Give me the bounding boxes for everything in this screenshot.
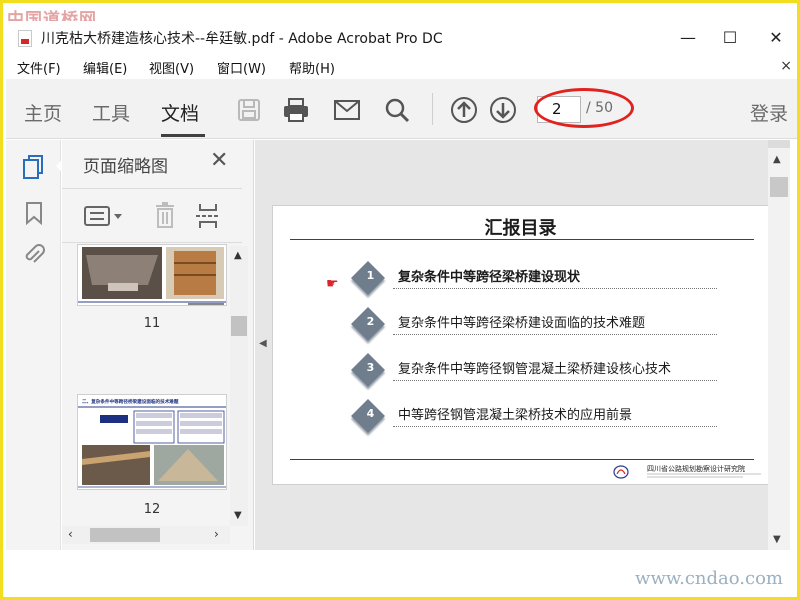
toc-text: 中等跨径钢管混凝土梁桥技术的应用前景: [398, 408, 633, 423]
thumbnail-label-12: 12: [143, 502, 161, 517]
menu-help[interactable]: 帮助(H): [289, 58, 335, 77]
panel-title: 页面缩略图: [83, 157, 168, 177]
red-highlight-oval: [534, 88, 634, 128]
document-view[interactable]: ◀ 汇报目录 ☛ 1 复杂条件中等跨径梁桥建设现状 2 复杂条件中等跨径梁桥建设…: [255, 140, 769, 550]
page-down-icon[interactable]: [488, 95, 518, 125]
doc-scroll-up-arrow[interactable]: ▲: [773, 154, 781, 165]
institute-name: 四川省公路规划勘察设计研究院: [647, 464, 745, 473]
menu-file[interactable]: 文件(F): [17, 58, 61, 77]
menu-view[interactable]: 视图(V): [149, 58, 194, 77]
screenshot-frame: 中国道桥网 川克枯大桥建造核心技术--牟廷敏.pdf - Adobe Acrob…: [0, 0, 800, 600]
active-tab-indicator: [161, 134, 205, 137]
search-icon[interactable]: [382, 95, 412, 125]
toc-leader: [393, 426, 717, 427]
thumbnail-12-heading: 二、复杂条件中等跨径桥梁建设面临的技术难题: [82, 398, 179, 405]
email-icon[interactable]: [332, 95, 362, 125]
delete-page-icon[interactable]: [154, 202, 176, 232]
menu-window[interactable]: 窗口(W): [217, 58, 266, 77]
scroll-left-arrow[interactable]: ‹: [68, 527, 73, 541]
thumbnail-list[interactable]: 11 二、复杂条件中等跨径桥梁建设面临的技术难题 12: [62, 244, 242, 526]
page-up-icon[interactable]: [449, 95, 479, 125]
close-document-button[interactable]: ×: [780, 58, 792, 74]
login-button[interactable]: 登录: [750, 99, 788, 126]
toc-text: 复杂条件中等跨径梁桥建设现状: [398, 270, 581, 285]
save-icon[interactable]: [234, 95, 264, 125]
thumbnail-vertical-scrollbar[interactable]: ▲ ▼: [230, 246, 248, 526]
toc-number: 1: [366, 269, 375, 283]
scroll-thumb[interactable]: [231, 316, 247, 336]
toc-text: 复杂条件中等跨径钢管混凝土梁桥建设核心技术: [398, 362, 672, 377]
menu-edit[interactable]: 编辑(E): [83, 58, 127, 77]
pdf-page: 汇报目录 ☛ 1 复杂条件中等跨径梁桥建设现状 2 复杂条件中等跨径梁桥建设面临…: [272, 205, 769, 485]
maximize-button[interactable]: ☐: [708, 21, 752, 53]
print-icon[interactable]: [281, 95, 311, 125]
toolbar-separator: [432, 93, 433, 125]
toc-number: 4: [366, 407, 375, 421]
institute-logo: 四川省公路规划勘察设计研究院: [613, 462, 763, 482]
insert-page-icon[interactable]: [196, 202, 222, 234]
attachments-icon[interactable]: [21, 242, 47, 268]
thumbnail-label-11: 11: [143, 316, 161, 331]
document-vertical-scrollbar[interactable]: ▲ ▼: [768, 140, 790, 550]
page-heading: 汇报目录: [484, 218, 557, 239]
window-title: 川克枯大桥建造核心技术--牟廷敏.pdf - Adobe Acrobat Pro…: [41, 31, 443, 47]
page-thumbnails-icon[interactable]: [21, 154, 47, 180]
navigation-rail: [6, 140, 62, 550]
horizontal-scroll-thumb[interactable]: [90, 528, 160, 542]
toc-leader: [393, 288, 717, 289]
close-window-button[interactable]: ✕: [754, 21, 797, 53]
collapse-panel-arrow[interactable]: ◀: [259, 338, 267, 349]
minimize-button[interactable]: —: [666, 21, 710, 53]
thumbnail-page-12[interactable]: 二、复杂条件中等跨径桥梁建设面临的技术难题: [77, 394, 227, 490]
footer-rule: [290, 459, 754, 460]
current-item-pointer-icon: ☛: [326, 276, 339, 292]
scrollbar-cap: [768, 140, 790, 148]
toc-number: 3: [366, 361, 375, 375]
toc-leader: [393, 380, 717, 381]
page-thumbnails-panel: 页面缩略图 ✕ 11 二、复杂条件中等跨径桥梁建设面临的技术难题 12 ▲ ▼ …: [62, 140, 254, 550]
doc-scroll-thumb[interactable]: [770, 177, 788, 197]
options-menu-icon[interactable]: [84, 205, 124, 231]
thumbnail-page-11[interactable]: [77, 244, 227, 306]
toc-number: 2: [366, 315, 375, 329]
toolbar: 主页 工具 文档 2 / 50 登录: [6, 79, 797, 139]
menu-bar: 文件(F) 编辑(E) 视图(V) 窗口(W) 帮助(H) ×: [6, 55, 797, 79]
toc-leader: [393, 334, 717, 335]
heading-rule: [290, 239, 754, 240]
toc-text: 复杂条件中等跨径梁桥建设面临的技术难题: [398, 316, 646, 331]
title-bar: 川克枯大桥建造核心技术--牟廷敏.pdf - Adobe Acrobat Pro…: [6, 21, 797, 55]
pdf-file-icon: [18, 30, 32, 47]
watermark-bottom: www.cndao.com: [635, 568, 783, 589]
bookmarks-icon[interactable]: [21, 200, 47, 226]
close-panel-button[interactable]: ✕: [210, 148, 228, 173]
scroll-down-arrow[interactable]: ▼: [234, 510, 242, 521]
scroll-right-arrow[interactable]: ›: [214, 527, 219, 541]
tab-tools[interactable]: 工具: [92, 99, 130, 126]
thumbnail-horizontal-scrollbar[interactable]: ‹ ›: [62, 526, 230, 544]
tab-home[interactable]: 主页: [24, 99, 62, 126]
doc-scroll-down-arrow[interactable]: ▼: [773, 534, 781, 545]
thumbnail-toolbar: [62, 188, 242, 243]
scroll-up-arrow[interactable]: ▲: [234, 250, 242, 261]
tab-document[interactable]: 文档: [161, 99, 199, 126]
